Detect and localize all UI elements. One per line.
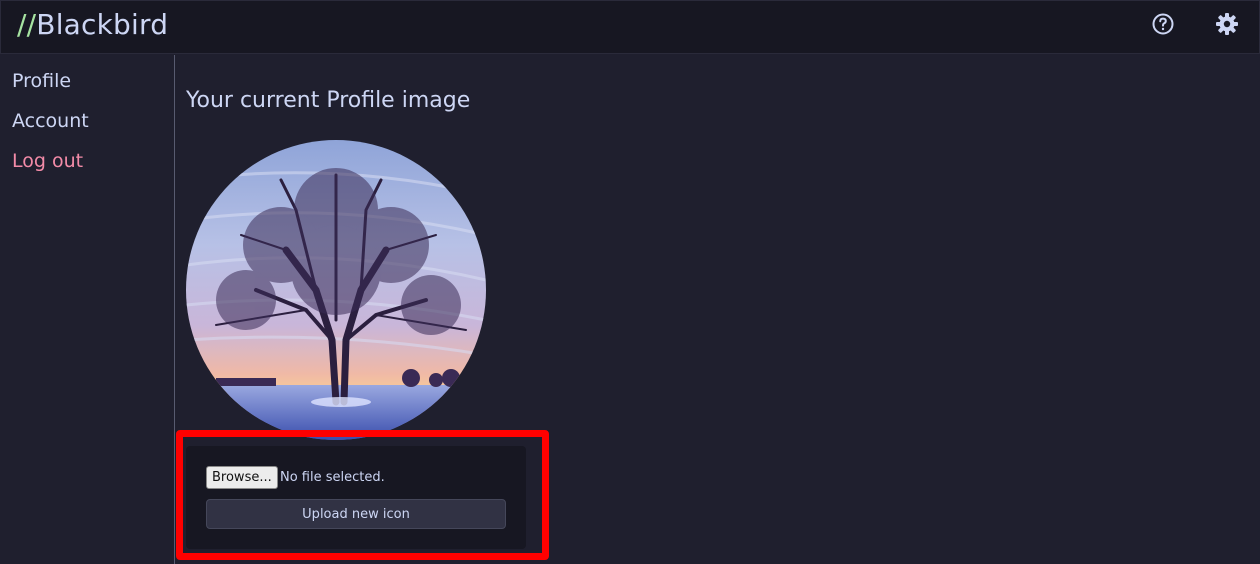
sidebar-item-account[interactable]: Account: [12, 110, 89, 132]
upload-new-icon-button[interactable]: Upload new icon: [206, 499, 506, 529]
page-title: Your current Profile image: [186, 88, 471, 113]
sidebar-item-logout[interactable]: Log out: [12, 150, 83, 172]
gear-icon[interactable]: [1215, 12, 1239, 36]
file-status-text: No file selected.: [280, 470, 385, 485]
top-bar: //Blackbird: [0, 0, 1260, 54]
profile-image: [186, 140, 486, 440]
upload-panel: Browse... No file selected. Upload new i…: [186, 446, 526, 549]
sidebar: Profile Account Log out: [0, 55, 175, 564]
logo-name: Blackbird: [36, 8, 169, 41]
app-logo[interactable]: //Blackbird: [17, 8, 168, 41]
help-circle-icon[interactable]: [1151, 12, 1175, 36]
browse-button[interactable]: Browse...: [206, 466, 278, 489]
sidebar-item-profile[interactable]: Profile: [12, 70, 71, 92]
logo-slashes: //: [17, 8, 37, 41]
